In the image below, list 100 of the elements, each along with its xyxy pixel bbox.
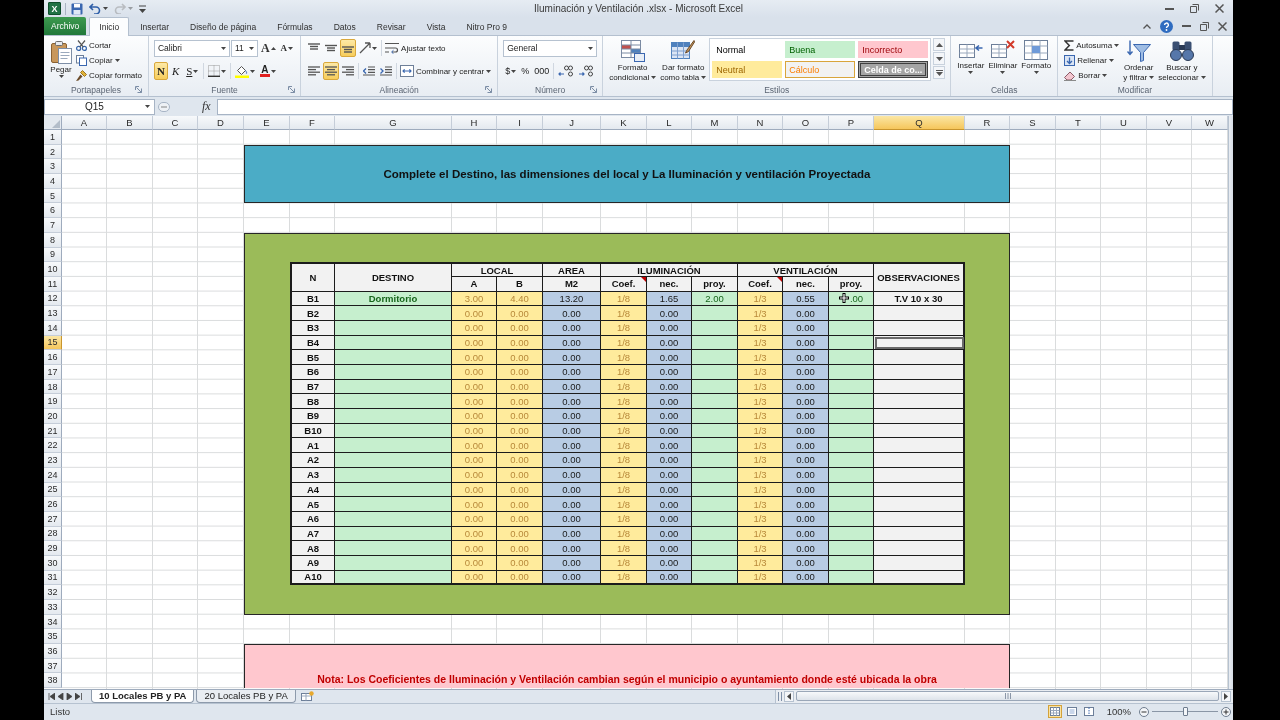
find-select-button[interactable]: Buscar y seleccionar	[1157, 38, 1207, 82]
ribbon-tab[interactable]: Vista	[416, 18, 456, 35]
grow-font-button[interactable]: A	[258, 39, 278, 57]
row-header[interactable]: 16	[44, 350, 62, 365]
column-header[interactable]: F	[290, 116, 335, 130]
merge-center-button[interactable]: Combinar y centrar	[399, 63, 493, 79]
close-button[interactable]	[1213, 2, 1226, 15]
corner-arrow-icon[interactable]	[589, 86, 597, 93]
column-header[interactable]: B	[107, 116, 153, 130]
column-header[interactable]: M	[692, 116, 738, 130]
conditional-format-button[interactable]: Formato condicional	[608, 38, 658, 82]
copy-button[interactable]: Copiar	[75, 53, 143, 68]
autosum-button[interactable]: Autosuma	[1063, 38, 1121, 53]
row-header[interactable]: 19	[44, 394, 62, 410]
wrap-text-button[interactable]: Ajustar texto	[384, 40, 447, 56]
shrink-font-button[interactable]: A	[278, 39, 296, 57]
row-header[interactable]: 23	[44, 453, 62, 468]
row-header[interactable]: 26	[44, 497, 62, 512]
sheet-tab[interactable]: 20 Locales PB y PA	[196, 689, 296, 703]
scroll-left-button[interactable]	[784, 690, 794, 702]
align-bottom-button[interactable]	[340, 39, 357, 57]
bold-button[interactable]: N	[153, 62, 168, 80]
column-header[interactable]: U	[1101, 116, 1147, 130]
column-header[interactable]: I	[497, 116, 543, 130]
restore-button[interactable]	[1188, 2, 1201, 15]
file-tab[interactable]: Archivo	[44, 17, 87, 35]
save-button[interactable]	[70, 1, 84, 16]
column-header[interactable]: R	[965, 116, 1010, 130]
column-header[interactable]: A	[62, 116, 107, 130]
row-header[interactable]: 4	[44, 174, 62, 189]
help-button[interactable]	[1158, 19, 1175, 33]
ribbon-tab[interactable]: Diseño de página	[180, 18, 267, 35]
column-header[interactable]: H	[452, 116, 497, 130]
column-header[interactable]: G	[335, 116, 452, 130]
row-header[interactable]: 22	[44, 438, 62, 454]
font-name-dropdown[interactable]: Calibri	[153, 39, 230, 57]
ribbon-tab[interactable]: Nitro Pro 9	[456, 18, 518, 35]
row-header[interactable]: 10	[44, 262, 62, 277]
underline-button[interactable]: S	[183, 62, 202, 80]
cut-button[interactable]: Cortar	[75, 38, 143, 53]
column-header[interactable]: L	[647, 116, 692, 130]
column-header[interactable]: T	[1056, 116, 1101, 130]
align-center-button[interactable]	[323, 62, 340, 80]
format-button[interactable]: Formato	[1020, 38, 1053, 74]
row-header[interactable]: 29	[44, 541, 62, 556]
corner-arrow-icon[interactable]	[484, 86, 492, 93]
delete-button[interactable]: Eliminar	[987, 38, 1019, 74]
row-header[interactable]: 6	[44, 203, 62, 219]
ribbon-tab[interactable]: Insertar	[130, 18, 179, 35]
format-painter-button[interactable]: Copiar formato	[75, 68, 143, 83]
font-color-button[interactable]: A	[258, 62, 278, 80]
scroll-thumb[interactable]	[796, 691, 1219, 702]
name-box[interactable]: Q15	[44, 98, 155, 115]
insert-function-button[interactable]: fx	[198, 98, 215, 115]
zoom-slider-thumb[interactable]	[1182, 707, 1188, 717]
close-button[interactable]	[1216, 19, 1229, 33]
column-header[interactable]: V	[1147, 116, 1192, 130]
cell-style[interactable]: Neutral	[712, 61, 783, 78]
column-header[interactable]: K	[601, 116, 647, 130]
row-header[interactable]: 32	[44, 585, 62, 600]
insert-button[interactable]: Insertar	[956, 38, 986, 74]
fill-button[interactable]: Rellenar	[1063, 53, 1121, 68]
increase-decimal-button[interactable]	[556, 62, 576, 80]
borders-button[interactable]	[206, 62, 229, 80]
undo-button[interactable]	[88, 1, 109, 16]
ribbon-tab[interactable]: Inicio	[89, 17, 130, 36]
column-header[interactable]: N	[738, 116, 783, 130]
column-header[interactable]: P	[829, 116, 874, 130]
font-size-dropdown[interactable]: 11	[230, 39, 258, 57]
column-header[interactable]: D	[198, 116, 244, 130]
decrease-decimal-button[interactable]	[576, 62, 596, 80]
row-header[interactable]: 36	[44, 644, 62, 659]
thousands-button[interactable]: 000	[532, 62, 552, 80]
column-header[interactable]: W	[1192, 116, 1228, 130]
gallery-more-button[interactable]	[933, 66, 946, 79]
italic-button[interactable]: K	[168, 62, 183, 80]
zoom-in-button[interactable]	[1221, 706, 1231, 717]
cell-style[interactable]: Buena	[785, 41, 856, 58]
number-format-dropdown[interactable]: General	[503, 39, 598, 57]
row-header[interactable]: 7	[44, 218, 62, 233]
scroll-right-button[interactable]	[1221, 690, 1231, 702]
page-break-button[interactable]	[1081, 705, 1096, 719]
column-header[interactable]: O	[783, 116, 829, 130]
ribbon-tab[interactable]: Datos	[323, 18, 366, 35]
row-header[interactable]: 3	[44, 159, 62, 175]
row-header[interactable]: 17	[44, 365, 62, 380]
format-as-table-button[interactable]: Dar formato como tabla	[659, 38, 708, 82]
column-header[interactable]: J	[543, 116, 601, 130]
column-header[interactable]: S	[1010, 116, 1056, 130]
ribbon-tab[interactable]: Revisar	[366, 18, 416, 35]
column-header[interactable]: C	[153, 116, 198, 130]
sort-filter-button[interactable]: Ordenar y filtrar	[1122, 38, 1156, 82]
zoom-slider[interactable]	[1152, 706, 1218, 718]
row-header[interactable]: 35	[44, 629, 62, 645]
row-header[interactable]: 38	[44, 673, 62, 689]
gallery-down-button[interactable]	[933, 52, 946, 65]
paste-button[interactable]: Pegar	[49, 38, 73, 78]
insert-sheet-button[interactable]	[298, 689, 316, 703]
cell-style[interactable]: Incorrecto	[858, 41, 929, 58]
zoom-percentage[interactable]: 100%	[1106, 706, 1131, 718]
